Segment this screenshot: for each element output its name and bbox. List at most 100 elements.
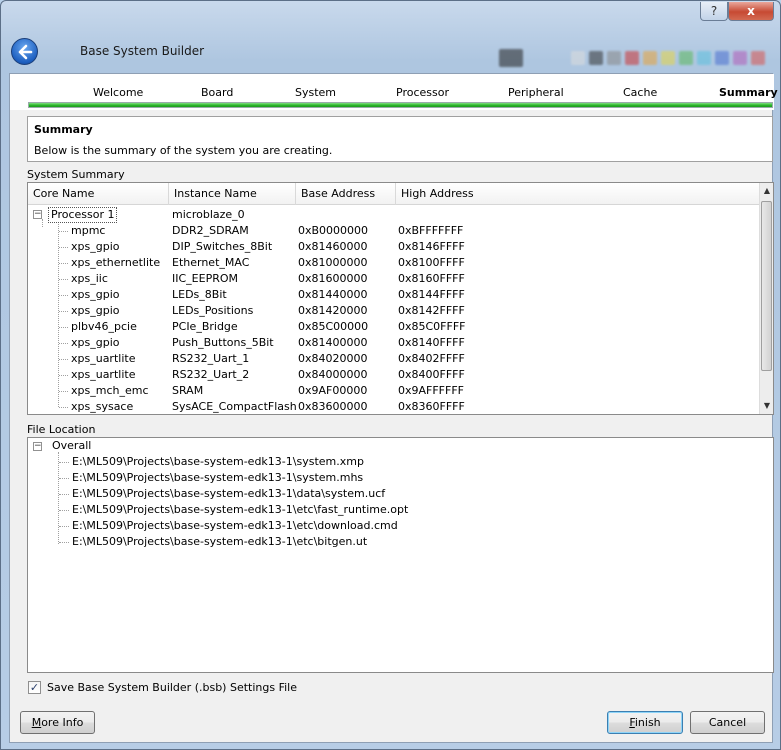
collapse-icon[interactable]: −: [33, 210, 42, 219]
tree-line: [59, 391, 68, 392]
core-name-cell: xps_gpio: [71, 304, 120, 317]
instance-name-cell: LEDs_Positions: [172, 304, 254, 317]
cancel-button[interactable]: Cancel: [690, 711, 765, 734]
table-row[interactable]: xps_ethernetlite Ethernet_MAC 0x81000000 0x…: [28, 255, 761, 271]
file-path-item[interactable]: E:\ML509\Projects\base-system-edk13-1\et…: [72, 518, 398, 534]
table-row[interactable]: xps_gpio LEDs_Positions 0x81420000 0x8142FF…: [28, 303, 761, 319]
table-row[interactable]: xps_uartlite RS232_Uart_2 0x84000000 0x8400…: [28, 367, 761, 383]
high-address-cell: 0x8402FFFF: [398, 352, 465, 365]
tree-line: [59, 462, 69, 463]
close-button[interactable]: x: [728, 2, 774, 21]
save-settings-checkbox[interactable]: ✓: [28, 681, 41, 694]
instance-name-cell: RS232_Uart_2: [172, 368, 250, 381]
help-button[interactable]: ?: [700, 2, 728, 21]
tree-line: [59, 478, 69, 479]
tree-line: [59, 407, 68, 408]
close-icon: x: [747, 4, 755, 18]
tree-line: [59, 231, 68, 232]
high-address-cell: 0x8100FFFF: [398, 256, 465, 269]
base-address-cell: 0x9AF00000: [298, 384, 368, 397]
tree-line: [59, 263, 68, 264]
column-header-core-name[interactable]: Core Name: [28, 183, 169, 205]
high-address-cell: 0x8400FFFF: [398, 368, 465, 381]
file-path-item[interactable]: E:\ML509\Projects\base-system-edk13-1\sy…: [72, 470, 363, 486]
vertical-scrollbar[interactable]: ▲ ▼: [759, 183, 773, 414]
high-address-cell: 0x8360FFFF: [398, 400, 465, 413]
instance-name-cell: IIC_EEPROM: [172, 272, 238, 285]
base-address-cell: 0x81440000: [298, 288, 368, 301]
tree-line: [59, 375, 68, 376]
back-button[interactable]: [11, 38, 38, 65]
tree-line: [59, 327, 68, 328]
column-header-base-address[interactable]: Base Address: [296, 183, 396, 205]
step-board[interactable]: Board: [201, 86, 233, 99]
high-address-cell: 0x8144FFFF: [398, 288, 465, 301]
processor-instance-name: microblaze_0: [172, 208, 245, 221]
file-path-item[interactable]: E:\ML509\Projects\base-system-edk13-1\da…: [72, 486, 385, 502]
base-address-cell: 0x81420000: [298, 304, 368, 317]
tree-line: [59, 247, 68, 248]
tree-node-processor[interactable]: − Processor 1 microblaze_0: [28, 207, 761, 223]
step-system[interactable]: System: [295, 86, 336, 99]
dialog-window: ? x Base System Builder Welcome Board Sy…: [0, 0, 781, 750]
high-address-cell: 0x9AFFFFFF: [398, 384, 464, 397]
wizard-steps: Welcome Board System Processor Periphera…: [10, 74, 778, 110]
file-location-tree[interactable]: − Overall E:\ML509\Projects\base-system-…: [27, 437, 774, 673]
column-header-instance-name[interactable]: Instance Name: [169, 183, 296, 205]
base-address-cell: 0x84020000: [298, 352, 368, 365]
table-row[interactable]: xps_uartlite RS232_Uart_1 0x84020000 0x8402…: [28, 351, 761, 367]
table-header: Core Name Instance Name Base Address Hig…: [28, 183, 761, 205]
step-processor[interactable]: Processor: [396, 86, 449, 99]
tree-line: [59, 295, 68, 296]
instance-name-cell: DIP_Switches_8Bit: [172, 240, 273, 253]
base-address-cell: 0x81600000: [298, 272, 368, 285]
more-info-button[interactable]: More Info: [20, 711, 95, 734]
instance-name-cell: Ethernet_MAC: [172, 256, 250, 269]
more-info-mnemonic: M: [31, 716, 42, 729]
instance-name-cell: DDR2_SDRAM: [172, 224, 249, 237]
wizard-progress-bar: [28, 102, 773, 108]
step-welcome[interactable]: Welcome: [93, 86, 143, 99]
file-location-label: File Location: [27, 423, 96, 436]
base-address-cell: 0x81460000: [298, 240, 368, 253]
scrollbar-thumb[interactable]: [761, 201, 772, 371]
tree-node-overall[interactable]: Overall: [52, 438, 91, 454]
file-path-item[interactable]: E:\ML509\Projects\base-system-edk13-1\et…: [72, 502, 408, 518]
instance-name-cell: SRAM: [172, 384, 204, 397]
table-row[interactable]: xps_gpio DIP_Switches_8Bit 0x81460000 0x814…: [28, 239, 761, 255]
tree-line: [59, 494, 69, 495]
system-summary-table[interactable]: Core Name Instance Name Base Address Hig…: [27, 182, 774, 415]
collapse-icon[interactable]: −: [33, 442, 42, 451]
save-settings-option[interactable]: ✓ Save Base System Builder (.bsb) Settin…: [28, 681, 297, 694]
step-summary[interactable]: Summary: [719, 86, 778, 99]
core-name-cell: xps_mch_emc: [71, 384, 149, 397]
core-name-cell: xps_gpio: [71, 336, 120, 349]
table-row[interactable]: xps_gpio LEDs_8Bit 0x81440000 0x8144FFFF: [28, 287, 761, 303]
core-name-cell: xps_sysace: [71, 400, 134, 413]
wizard-client-area: Welcome Board System Processor Periphera…: [9, 73, 778, 743]
instance-name-cell: Push_Buttons_5Bit: [172, 336, 274, 349]
instance-name-cell: SysACE_CompactFlash: [172, 400, 297, 413]
table-row[interactable]: xps_sysace SysACE_CompactFlash 0x83600000 0…: [28, 399, 761, 414]
step-peripheral[interactable]: Peripheral: [508, 86, 564, 99]
table-row[interactable]: mpmc DDR2_SDRAM 0xB0000000 0xBFFFFFFF: [28, 223, 761, 239]
column-header-high-address[interactable]: High Address: [396, 183, 761, 205]
instance-name-cell: LEDs_8Bit: [172, 288, 227, 301]
finish-button[interactable]: Finish: [607, 711, 683, 734]
wizard-progress-fill: [29, 103, 772, 107]
core-name-cell: xps_gpio: [71, 240, 120, 253]
table-row[interactable]: xps_gpio Push_Buttons_5Bit 0x81400000 0x814…: [28, 335, 761, 351]
processor-core-name: Processor 1: [48, 207, 118, 223]
table-row[interactable]: xps_mch_emc SRAM 0x9AF00000 0x9AFFFFFF: [28, 383, 761, 399]
scroll-down-icon[interactable]: ▼: [762, 400, 772, 412]
step-cache[interactable]: Cache: [623, 86, 657, 99]
scroll-up-icon[interactable]: ▲: [762, 185, 772, 197]
tree-line: [59, 359, 68, 360]
file-path-item[interactable]: E:\ML509\Projects\base-system-edk13-1\et…: [72, 534, 367, 550]
table-row[interactable]: plbv46_pcie PCIe_Bridge 0x85C00000 0x85C0FF…: [28, 319, 761, 335]
tree-line: [59, 510, 69, 511]
file-path-item[interactable]: E:\ML509\Projects\base-system-edk13-1\sy…: [72, 454, 364, 470]
back-arrow-icon: [18, 44, 32, 59]
core-name-cell: mpmc: [71, 224, 106, 237]
table-row[interactable]: xps_iic IIC_EEPROM 0x81600000 0x8160FFFF: [28, 271, 761, 287]
